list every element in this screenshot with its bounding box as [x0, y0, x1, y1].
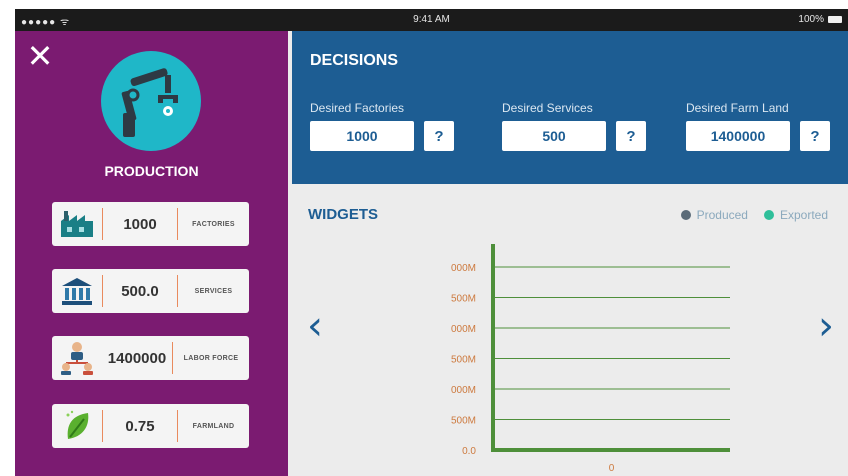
app-frame: ●●●●● ᯤ 9:41 AM 100% ✕ PRODUCTION 1000 F…: [15, 9, 848, 476]
status-time: 9:41 AM: [413, 14, 450, 25]
y-tick-label: 0.0: [462, 446, 476, 457]
stat-value: 1400000: [107, 349, 167, 367]
leaf-icon: [52, 404, 102, 448]
stat-value: 1000: [123, 215, 157, 233]
x-tick-label: 0: [609, 463, 615, 474]
decisions-title: DECISIONS: [310, 52, 399, 69]
chevron-right-icon[interactable]: ›: [818, 303, 834, 349]
field-label: Desired Services: [502, 101, 593, 115]
desired-farm-land-field: Desired Farm Land 1400000 ?: [686, 101, 830, 151]
y-tick-label: 500M: [451, 416, 476, 427]
y-tick-label: 500M: [451, 355, 476, 366]
y-tick-label: 000M: [451, 324, 476, 335]
stat-label: FACTORIES: [192, 220, 235, 228]
stat-label: FARMLAND: [192, 422, 235, 430]
stat-value: 500.0: [121, 282, 159, 300]
stat-value: 0.75: [125, 417, 155, 435]
chart-canvas: 0.0 500M 000M 500M 000M 500M 000M 0: [451, 244, 730, 474]
stat-card-labor-force: 1400000 LABOR FORCE: [52, 336, 249, 380]
help-button[interactable]: ?: [616, 121, 646, 151]
field-label: Desired Factories: [310, 101, 405, 115]
field-label: Desired Farm Land: [686, 101, 789, 115]
desired-factories-field: Desired Factories 1000 ?: [310, 101, 454, 151]
chevron-left-icon[interactable]: ‹: [307, 303, 323, 349]
stat-card-services: 500.0 SERVICES: [52, 269, 249, 313]
robot-arm-icon: [101, 51, 201, 151]
widgets-chart: 0.0 500M 000M 500M 000M 500M 000M 0: [292, 189, 848, 476]
people-icon: [52, 336, 102, 380]
production-title: PRODUCTION: [104, 163, 199, 179]
factory-icon: [52, 202, 102, 246]
desired-services-field: Desired Services 500 ?: [502, 101, 646, 151]
desired-farm-land-input[interactable]: 1400000: [686, 121, 790, 151]
help-button[interactable]: ?: [800, 121, 830, 151]
help-button[interactable]: ?: [424, 121, 454, 151]
desired-factories-input[interactable]: 1000: [310, 121, 414, 151]
status-bar: ●●●●● ᯤ 9:41 AM 100%: [15, 9, 848, 31]
stat-label: SERVICES: [194, 287, 233, 295]
decisions-panel: DECISIONS Desired Factories 1000 ? Desir…: [292, 31, 848, 184]
bank-icon: [52, 269, 102, 313]
stat-label: LABOR FORCE: [183, 354, 239, 362]
battery-percent: 100%: [798, 14, 824, 25]
stat-card-factories: 1000 FACTORIES: [52, 202, 249, 246]
battery-icon: [828, 16, 842, 23]
y-tick-label: 000M: [451, 385, 476, 396]
close-icon[interactable]: ✕: [26, 40, 54, 72]
production-panel: ✕ PRODUCTION 1000 FACTORIES 500.0 SERVIC…: [15, 31, 288, 476]
y-tick-label: 000M: [451, 263, 476, 274]
y-tick-label: 500M: [451, 294, 476, 305]
stat-card-farmland: 0.75 FARMLAND: [52, 404, 249, 448]
battery-indicator: 100%: [798, 14, 842, 25]
desired-services-input[interactable]: 500: [502, 121, 606, 151]
